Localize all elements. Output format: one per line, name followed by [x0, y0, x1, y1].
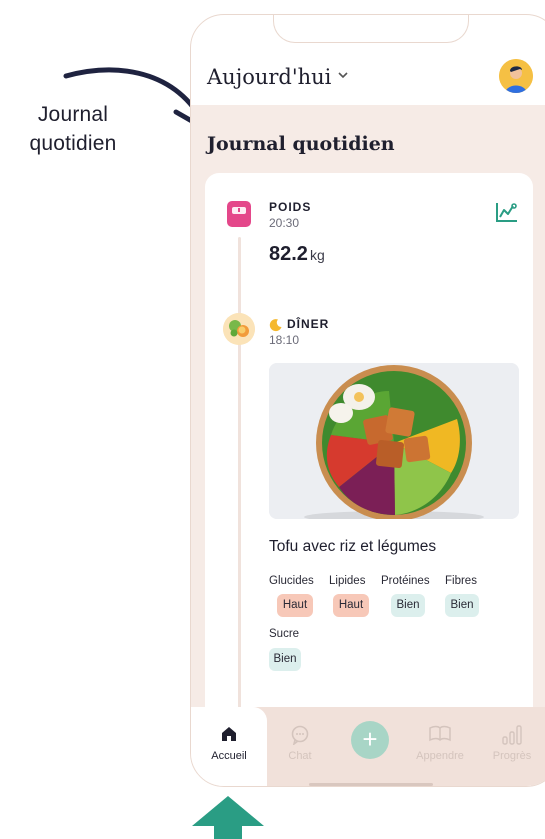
avatar-person-icon — [499, 59, 533, 93]
nav-item-progres[interactable]: Progrès — [477, 707, 545, 786]
journal-card: POIDS 20:30 82.2 kg DÎNER 18:10 Tofu ave… — [205, 173, 533, 786]
section-title: Journal quotidien — [207, 133, 395, 155]
weight-unit: kg — [309, 247, 325, 263]
home-icon — [222, 727, 236, 741]
nutrient-label-fibres: Fibres — [445, 575, 477, 587]
nav-item-accueil[interactable]: Accueil — [194, 707, 264, 786]
nav-label-chat: Chat — [288, 750, 312, 762]
nutrient-label-proteines: Protéines — [381, 575, 430, 587]
chat-bubble-icon — [291, 725, 309, 745]
scale-icon — [227, 201, 251, 227]
nav-label-accueil: Accueil — [211, 750, 247, 762]
weight-label: POIDS — [269, 200, 312, 214]
moon-icon — [269, 319, 282, 332]
chevron-down-icon[interactable] — [337, 70, 349, 80]
line-chart-icon[interactable] — [495, 201, 519, 223]
nutrient-rating-glucides: Haut — [277, 594, 313, 617]
weight-value-group[interactable]: 82.2 kg — [269, 243, 325, 266]
nav-label-progres: Progrès — [492, 750, 532, 762]
nav-item-appendre[interactable]: Appendre — [405, 707, 475, 786]
add-entry-button[interactable]: + — [351, 721, 389, 759]
bottom-navigation: Accueil Chat + Appendre Progrès — [191, 707, 545, 786]
nutrient-rating-sucre: Bien — [269, 648, 301, 671]
journal-content: Journal quotidien POIDS 20:30 82.2 kg DÎ… — [191, 105, 545, 786]
meal-name: Tofu avec riz et légumes — [269, 538, 437, 555]
nav-item-chat[interactable]: Chat — [265, 707, 335, 786]
nutrient-label-sucre: Sucre — [269, 628, 300, 640]
avatar[interactable] — [499, 59, 533, 93]
meal-label: DÎNER — [287, 317, 330, 331]
home-indicator — [309, 783, 433, 786]
nutrient-rating-lipides: Haut — [333, 594, 369, 617]
phone-notch — [273, 15, 469, 43]
nav-label-appendre: Appendre — [416, 750, 464, 762]
nutrient-label-lipides: Lipides — [329, 575, 366, 587]
app-header: Aujourd'hui — [191, 55, 545, 105]
book-icon — [429, 725, 451, 742]
salad-icon — [223, 313, 255, 345]
plus-icon: + — [362, 724, 378, 754]
weight-time: 20:30 — [269, 216, 300, 230]
phone-frame: Aujourd'hui Journal quotidien POIDS 20:3… — [190, 14, 545, 787]
date-selector-title[interactable]: Aujourd'hui — [207, 65, 331, 89]
food-bowl-image — [269, 363, 519, 519]
meal-photo[interactable] — [269, 363, 519, 519]
weight-value: 82.2 — [269, 243, 308, 265]
bar-chart-icon — [502, 725, 522, 745]
nutrient-label-glucides: Glucides — [269, 575, 314, 587]
meal-time: 18:10 — [269, 333, 300, 347]
up-arrow-icon — [192, 796, 264, 839]
nutrient-rating-fibres: Bien — [445, 594, 479, 617]
nutrient-rating-proteines: Bien — [391, 594, 425, 617]
